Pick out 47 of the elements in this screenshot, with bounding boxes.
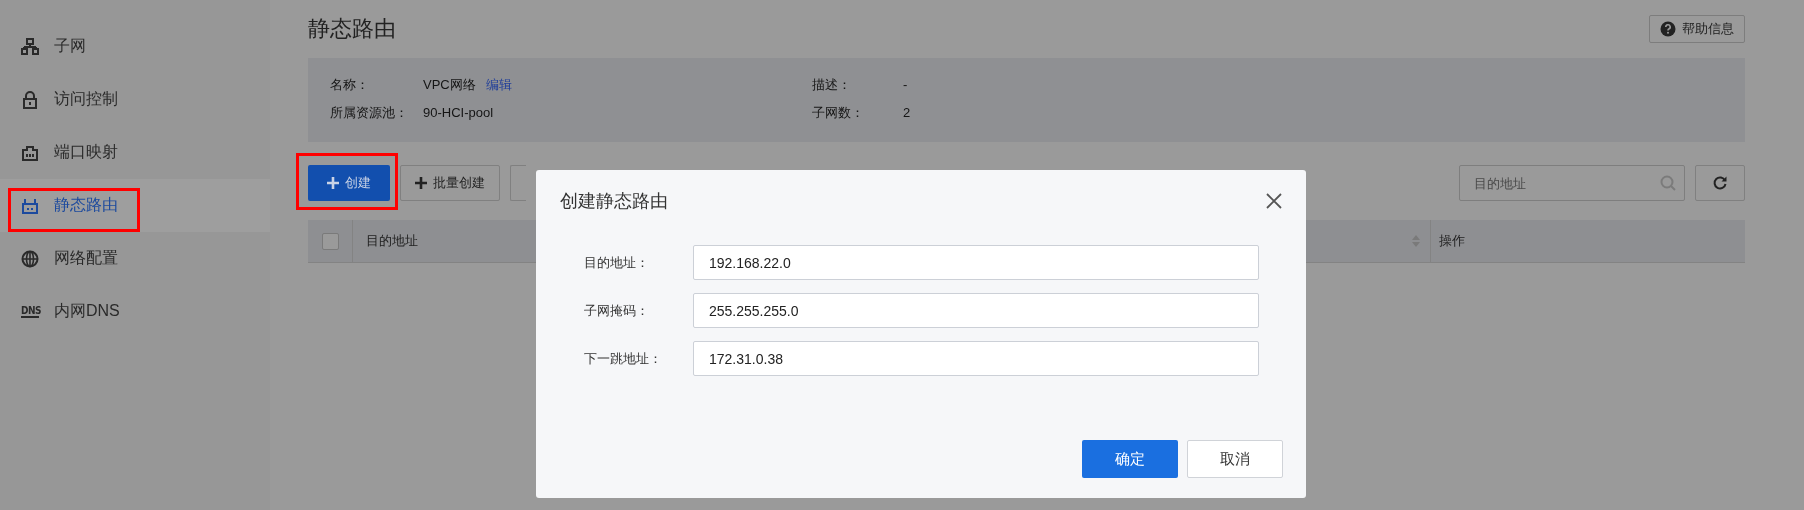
confirm-button[interactable]: 确定 — [1082, 440, 1178, 478]
refresh-button[interactable] — [1695, 165, 1745, 201]
search-icon — [1660, 175, 1676, 191]
cancel-button[interactable]: 取消 — [1187, 440, 1283, 478]
field-label: 描述： — [812, 76, 852, 93]
close-icon — [1265, 192, 1283, 210]
field-label: 目的地址： — [584, 253, 650, 272]
sidebar-item[interactable]: 端口映射 — [0, 126, 270, 179]
input-field[interactable]: 192.168.22.0 — [693, 245, 1259, 280]
refresh-icon — [1712, 175, 1728, 191]
plus-icon — [415, 177, 427, 189]
toolbar-button[interactable] — [510, 165, 526, 201]
field-value: - — [903, 77, 908, 92]
batch-create-button[interactable]: 批量创建 — [400, 165, 500, 201]
help-button[interactable]: 帮助信息 — [1649, 15, 1745, 43]
sidebar-item[interactable]: 访问控制 — [0, 73, 270, 126]
field-label: 子网数： — [812, 104, 865, 121]
sidebar-item[interactable]: 网络配置 — [0, 232, 270, 285]
column-header[interactable]: 目的地址 — [366, 232, 418, 250]
page-title: 静态路由 — [308, 15, 396, 43]
input-field[interactable]: 172.31.0.38 — [693, 341, 1259, 376]
plus-icon — [327, 177, 339, 189]
sort-icon[interactable] — [1412, 235, 1420, 247]
sidebar-item[interactable]: DNS 内网DNS — [0, 285, 270, 338]
sidebar-item[interactable]: 静态路由 — [0, 179, 270, 232]
field-label: 子网掩码： — [584, 301, 650, 320]
network-icon — [21, 37, 39, 56]
field-value: 90-HCI-pool — [423, 105, 494, 120]
field-value: 2 — [903, 105, 911, 120]
field-value: VPC网络 — [423, 77, 476, 92]
create-button[interactable]: 创建 — [308, 165, 390, 201]
field-label: 下一跳地址： — [584, 349, 663, 368]
edit-link[interactable]: 编辑 — [485, 77, 512, 92]
lock-icon — [21, 90, 39, 109]
router-icon — [21, 196, 39, 215]
field-label: 所属资源池： — [330, 104, 409, 121]
field-label: 名称： — [330, 76, 370, 93]
globe-icon — [21, 249, 39, 268]
input-field[interactable]: 255.255.255.0 — [693, 293, 1259, 328]
sidebar-item[interactable]: 子网 — [0, 20, 270, 73]
column-header[interactable]: 操作 — [1439, 233, 1465, 248]
ethernet-port-icon — [21, 143, 39, 162]
dialog-title: 创建静态路由 — [560, 190, 668, 213]
search-field[interactable]: 目的地址 — [1459, 165, 1685, 201]
help-icon — [1660, 21, 1676, 37]
close-button[interactable] — [1265, 192, 1283, 210]
checkbox[interactable] — [321, 232, 339, 250]
